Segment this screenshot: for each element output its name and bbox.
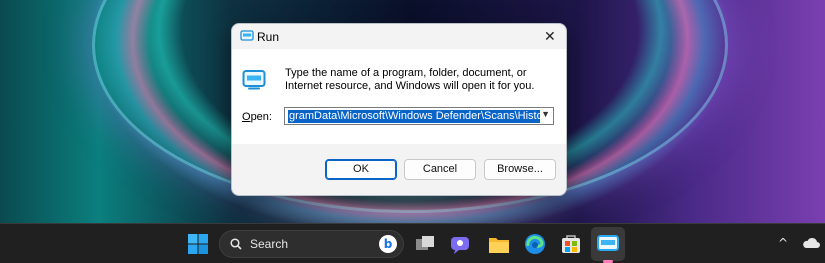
run-dialog: Run ✕ Type the name of a program, folder… bbox=[231, 23, 567, 196]
open-label: Open: bbox=[242, 111, 272, 123]
dialog-description: Type the name of a program, folder, docu… bbox=[285, 67, 535, 92]
file-explorer-icon[interactable] bbox=[487, 232, 511, 256]
dialog-title: Run bbox=[257, 30, 280, 44]
ok-button[interactable]: OK bbox=[325, 159, 397, 180]
open-input[interactable]: gramData\Microsoft\Windows Defender\Scan… bbox=[288, 110, 540, 123]
run-large-icon bbox=[242, 70, 266, 90]
taskbar-search[interactable]: Search b bbox=[219, 230, 404, 258]
store-icon[interactable] bbox=[559, 232, 583, 256]
bing-icon[interactable]: b bbox=[379, 235, 397, 253]
close-button[interactable]: ✕ bbox=[534, 24, 566, 49]
dialog-body: Type the name of a program, folder, docu… bbox=[232, 49, 566, 144]
title-bar[interactable]: Run ✕ bbox=[232, 24, 566, 49]
open-label-accelerator: O bbox=[242, 111, 251, 123]
start-icon[interactable] bbox=[186, 232, 210, 256]
open-combobox[interactable]: gramData\Microsoft\Windows Defender\Scan… bbox=[284, 107, 554, 125]
task-view-icon[interactable] bbox=[413, 232, 437, 256]
show-hidden-icons-icon[interactable]: ^ bbox=[778, 236, 788, 250]
taskbar: Search b ^ bbox=[0, 223, 825, 263]
teams-chat-icon[interactable] bbox=[448, 232, 472, 256]
onedrive-cloud-icon[interactable] bbox=[802, 236, 820, 250]
run-icon bbox=[240, 30, 254, 41]
run-icon[interactable] bbox=[596, 232, 620, 256]
cancel-button[interactable]: Cancel bbox=[404, 159, 476, 180]
close-icon: ✕ bbox=[544, 28, 556, 44]
browse-button[interactable]: Browse... bbox=[484, 159, 556, 180]
chevron-down-icon[interactable]: ▼ bbox=[541, 109, 550, 119]
edge-icon[interactable] bbox=[523, 232, 547, 256]
search-icon bbox=[230, 238, 242, 250]
search-placeholder: Search bbox=[250, 237, 289, 251]
open-label-rest: pen: bbox=[250, 111, 272, 123]
